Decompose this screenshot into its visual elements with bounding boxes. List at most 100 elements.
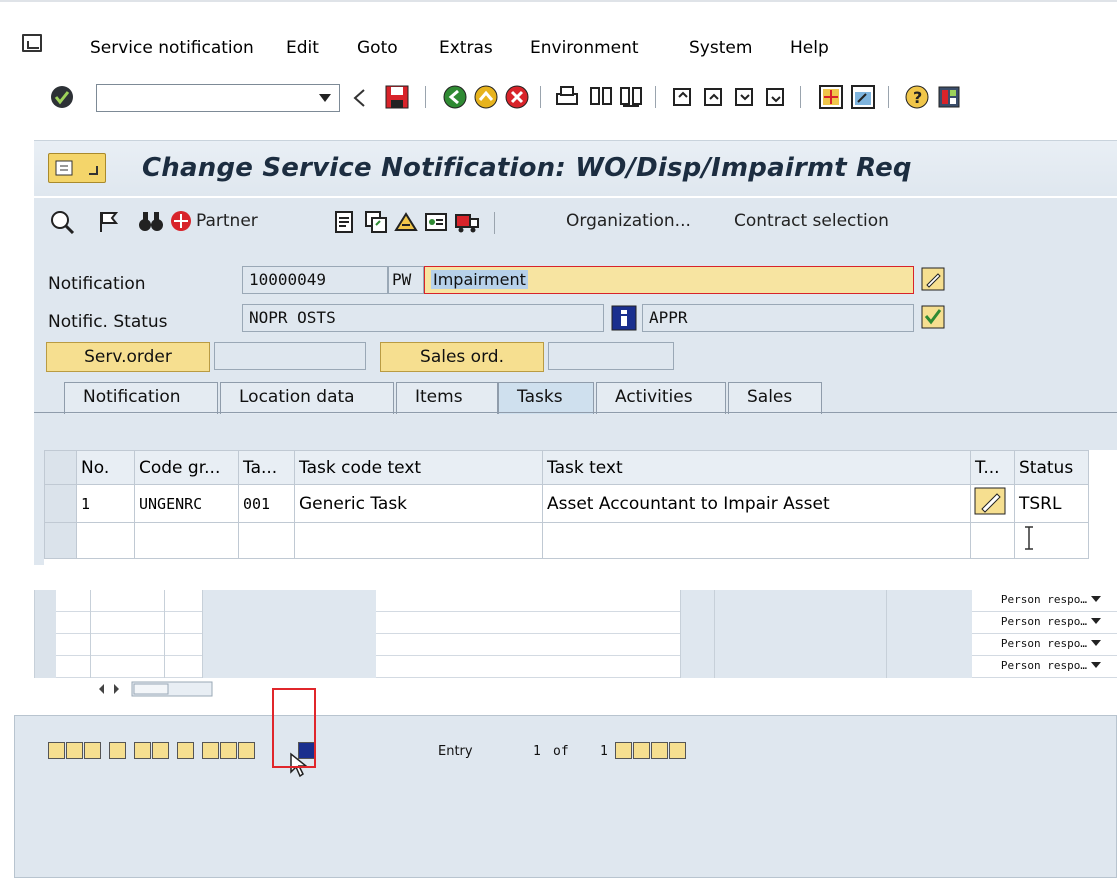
customize-layout-icon[interactable] [936, 84, 962, 110]
chevron-down-icon[interactable] [1091, 640, 1101, 646]
delete-row-icon[interactable] [109, 742, 126, 759]
exit-icon[interactable] [473, 84, 499, 110]
sales-order-field[interactable] [548, 342, 674, 370]
system-status-field[interactable]: NOPR OSTS [242, 304, 604, 332]
create-session-icon[interactable] [818, 84, 844, 110]
table-row[interactable] [44, 522, 1089, 559]
person-responsible-select[interactable]: Person respo… [1001, 637, 1087, 650]
table-row[interactable]: Person respo… [34, 590, 1117, 612]
empty-cell[interactable] [542, 522, 971, 559]
empty-cell[interactable] [134, 522, 239, 559]
chevron-down-icon[interactable] [1091, 662, 1101, 668]
scrollbar-arrows-icon[interactable] [94, 680, 214, 698]
table-row[interactable]: Person respo… [34, 634, 1117, 656]
command-field[interactable] [96, 84, 340, 112]
previous-entry-icon[interactable] [633, 742, 650, 759]
row-selector[interactable] [34, 590, 56, 612]
copy-icon[interactable] [364, 210, 388, 234]
first-page-icon[interactable] [670, 84, 696, 110]
chevron-down-icon[interactable] [319, 94, 331, 102]
column-header[interactable]: Code gr... [134, 450, 239, 485]
empty-cell[interactable] [76, 522, 135, 559]
row-selector[interactable] [44, 484, 77, 523]
cancel-icon[interactable] [504, 84, 530, 110]
next-page-icon[interactable] [732, 84, 758, 110]
task-no-cell[interactable]: 1 [76, 484, 135, 523]
task-complete-icon[interactable] [238, 742, 255, 759]
long-text-edit-icon[interactable] [920, 266, 946, 292]
column-header[interactable]: Status [1014, 450, 1089, 485]
row-selector[interactable] [34, 634, 56, 656]
find-next-icon[interactable] [618, 84, 644, 110]
sales-order-button[interactable]: Sales ord. [380, 342, 544, 372]
last-entry-icon[interactable] [669, 742, 686, 759]
back-triangle-icon[interactable] [352, 88, 368, 108]
shortcut-icon[interactable] [850, 84, 876, 110]
tab-items[interactable]: Items [396, 382, 498, 414]
display-change-icon[interactable] [50, 210, 76, 234]
delivery-truck-icon[interactable] [454, 210, 480, 234]
menu-extras[interactable]: Extras [439, 38, 493, 58]
organization-button[interactable]: Organization... [566, 211, 691, 231]
chevron-down-icon[interactable] [1091, 596, 1101, 602]
details-icon[interactable] [48, 742, 65, 759]
info-icon[interactable] [610, 304, 638, 332]
person-responsible-select[interactable]: Person respo… [1001, 593, 1087, 606]
print-icon[interactable] [554, 84, 580, 110]
user-status-check-icon[interactable] [920, 304, 946, 330]
column-header[interactable]: Ta... [238, 450, 295, 485]
user-status-field[interactable]: APPR [642, 304, 914, 332]
task-text-cell[interactable]: Asset Accountant to Impair Asset [542, 484, 971, 523]
menu-system[interactable]: System [689, 38, 752, 58]
object-list-icon[interactable] [394, 210, 418, 234]
select-all-cell[interactable] [44, 450, 77, 485]
previous-page-icon[interactable] [701, 84, 727, 110]
task-flag-release-icon[interactable] [220, 742, 237, 759]
menu-help[interactable]: Help [790, 38, 829, 58]
sort-icon[interactable] [177, 742, 194, 759]
menu-edit[interactable]: Edit [286, 38, 319, 58]
code-group-cell[interactable]: UNGENRC [134, 484, 239, 523]
empty-cell[interactable] [238, 522, 295, 559]
command-input[interactable] [97, 85, 297, 109]
task-code-cell[interactable]: 001 [238, 484, 295, 523]
column-header[interactable]: No. [76, 450, 135, 485]
tab-tasks[interactable]: Tasks [498, 382, 594, 414]
other-object-button[interactable] [48, 153, 106, 183]
menu-environment[interactable]: Environment [530, 38, 639, 58]
system-menu-icon[interactable] [22, 34, 42, 52]
long-text-edit-icon[interactable] [971, 485, 1011, 517]
notification-number-field[interactable]: 10000049 [242, 266, 388, 294]
empty-cell[interactable] [970, 522, 1015, 559]
next-entry-icon[interactable] [651, 742, 668, 759]
long-text-icon[interactable] [334, 210, 356, 234]
chevron-down-icon[interactable] [1091, 618, 1101, 624]
contract-selection-button[interactable]: Contract selection [734, 211, 889, 231]
notification-description-field[interactable]: Impairment [424, 266, 914, 294]
task-flag-icon[interactable] [202, 742, 219, 759]
notification-type-field[interactable]: PW [388, 266, 424, 294]
long-text-cell[interactable] [970, 484, 1015, 523]
binoculars-icon[interactable] [138, 210, 164, 234]
menu-service-notification[interactable]: Service notification [90, 38, 254, 58]
enter-check-icon[interactable] [48, 82, 76, 112]
document-flow-icon[interactable] [424, 210, 448, 234]
column-header[interactable]: Task text [542, 450, 971, 485]
horizontal-scrollbar[interactable] [94, 680, 214, 698]
select-all-icon[interactable] [66, 742, 83, 759]
serv-order-field[interactable] [214, 342, 366, 370]
back-icon[interactable] [442, 84, 468, 110]
filter-icon[interactable] [152, 742, 169, 759]
tab-location-data[interactable]: Location data [220, 382, 394, 414]
deselect-all-icon[interactable] [84, 742, 101, 759]
task-flag-icon[interactable] [96, 210, 122, 234]
table-row[interactable]: 1 UNGENRC 001 Generic Task Asset Account… [44, 484, 1089, 523]
column-header[interactable]: Task code text [294, 450, 543, 485]
menu-goto[interactable]: Goto [357, 38, 398, 58]
serv-order-button[interactable]: Serv.order [46, 342, 210, 372]
last-page-icon[interactable] [763, 84, 789, 110]
find-icon[interactable] [588, 84, 614, 110]
tab-notification[interactable]: Notification [64, 382, 218, 414]
save-icon[interactable] [384, 84, 410, 110]
table-row[interactable]: Person respo… [34, 612, 1117, 634]
